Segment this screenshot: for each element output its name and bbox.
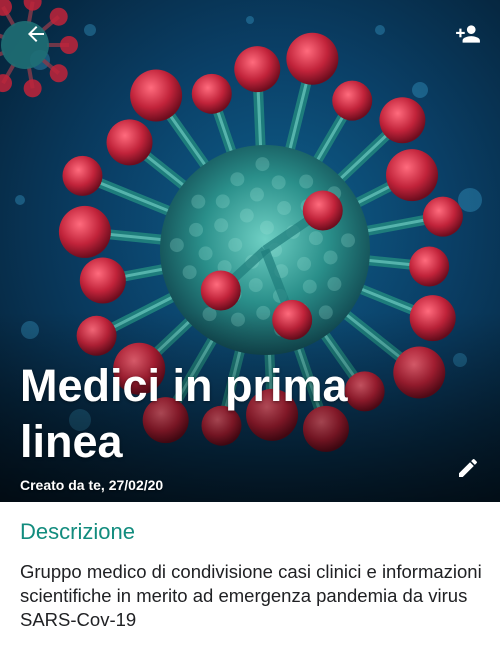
virus-surface-bump xyxy=(189,222,204,237)
virus-spike-head xyxy=(234,46,281,93)
secondary-virus-spike xyxy=(0,74,12,93)
virus-surface-bump xyxy=(255,157,270,172)
virus-surface-bump xyxy=(277,201,292,216)
virus-spike-head xyxy=(332,80,373,121)
virus-surface-bump xyxy=(302,279,317,294)
virus-surface-bump xyxy=(341,233,356,248)
virus-surface-bump xyxy=(239,208,254,223)
description-section[interactable]: Descrizione Gruppo medico di condivision… xyxy=(0,502,500,659)
virus-surface-bump xyxy=(327,277,342,292)
virus-surface-bump xyxy=(215,194,230,209)
virus-spike-head xyxy=(130,69,183,122)
virus-surface-bump xyxy=(230,172,245,187)
virus-surface-bump xyxy=(299,174,314,189)
virus-spike-head xyxy=(191,73,232,114)
secondary-virus-spike xyxy=(23,79,42,98)
virus-spike-head xyxy=(62,155,103,196)
description-text: Gruppo medico di condivisione casi clini… xyxy=(20,561,482,630)
group-photo[interactable]: Medici in prima linea Creato da te, 27/0… xyxy=(0,0,500,502)
secondary-virus-spike xyxy=(23,0,42,11)
virus-surface-bump xyxy=(214,218,229,233)
virus-front-spike-head xyxy=(200,270,241,311)
secondary-virus-spike xyxy=(60,36,78,54)
group-title: Medici in prima linea xyxy=(20,360,348,467)
bokeh-particle xyxy=(375,25,385,35)
virus-surface-bump xyxy=(249,187,264,202)
virus-surface-bump xyxy=(169,238,184,253)
group-info-screen: Medici in prima linea Creato da te, 27/0… xyxy=(0,0,500,659)
virus-spike-head xyxy=(379,97,426,144)
virus-surface-bump xyxy=(308,231,323,246)
virus-front-spike-head xyxy=(302,190,343,231)
bokeh-particle xyxy=(412,82,428,98)
person-add-icon xyxy=(456,25,480,43)
bokeh-particle xyxy=(246,16,254,24)
virus-surface-bump xyxy=(228,237,243,252)
virus-surface-bump xyxy=(248,278,263,293)
bokeh-particle xyxy=(15,195,25,205)
arrow-left-icon xyxy=(28,26,44,42)
virus-surface-bump xyxy=(323,250,338,265)
virus-spike-head xyxy=(58,205,111,258)
virus-spike-head xyxy=(386,149,439,202)
secondary-virus-spike xyxy=(49,64,68,83)
virus-spike-head xyxy=(106,119,153,166)
virus-spike-head xyxy=(286,32,339,85)
group-created-info: Creato da te, 27/02/20 xyxy=(20,477,164,493)
edit-group-button[interactable] xyxy=(448,448,488,488)
virus-surface-bump xyxy=(191,194,206,209)
pencil-icon xyxy=(459,458,477,477)
add-participant-button[interactable] xyxy=(448,14,488,54)
virus-surface-bump xyxy=(259,220,274,235)
bokeh-particle xyxy=(84,24,96,36)
virus-surface-bump xyxy=(198,246,213,261)
secondary-virus-spike xyxy=(0,0,12,16)
virus-spike-head xyxy=(409,246,450,287)
virus-surface-bump xyxy=(182,265,197,280)
virus-surface-bump xyxy=(297,256,312,271)
back-button[interactable] xyxy=(16,14,56,54)
description-heading: Descrizione xyxy=(20,519,135,544)
virus-spike-head xyxy=(79,257,126,304)
virus-surface-bump xyxy=(271,175,286,190)
virus-spike-head xyxy=(422,196,463,237)
bokeh-particle xyxy=(458,188,482,212)
